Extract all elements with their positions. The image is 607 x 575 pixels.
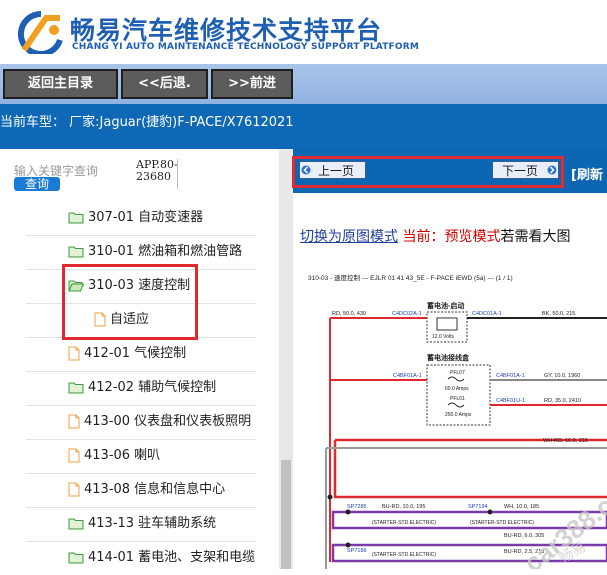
tree-item-413-13[interactable]: 413-13 驻车辅助系统 [68,507,216,541]
folder-icon [68,246,84,258]
tree-item-413-08[interactable]: 413-08 信息和信息中心 [68,473,225,507]
cy-logo-icon [17,10,63,54]
splice-dot [487,509,493,515]
starter-label: (STARTER-STD ELECTRIC) [470,520,534,526]
switch-original-mode-link[interactable]: 切换为原图模式 [300,229,398,245]
folder-icon [68,518,84,530]
wiring-diagram: 310-03 - 速度控制 --- EJLR 01 41 43_5E - F-P… [300,262,607,575]
splice-sp7285: SP7285 [347,504,367,510]
wire-label-wh: WH, 10.0, 185 [504,504,539,510]
folder-icon [68,552,84,564]
vehicle-info-bar: 当前车型： 厂家:Jaguar(捷豹)F-PACE/X7612021 [0,104,607,149]
splice-dot [345,509,351,515]
fuse-symbol [447,402,465,408]
folder-icon [68,212,84,224]
wire-label-bu1: BU-RD, 10.0, 195 [382,504,425,510]
home-button[interactable]: 返回主目录 [3,69,118,99]
folder-icon [68,382,84,394]
wire-label-rd50: RD, 50.0, 430 [332,311,366,317]
connector-c4bf01u: C4BF01U-1 [496,398,525,404]
search-divider [177,159,178,189]
mode-hint-text: 若需看大图 [500,229,571,245]
current-mode-text: 当前：预览模式 [402,229,501,245]
search-button[interactable]: 查询 [14,177,60,191]
document-icon [68,346,80,361]
platform-title-en: CHANG YI AUTO MAINTENANCE TECHNOLOGY SUP… [72,42,420,52]
app-version: APP.80- 23680 [136,158,178,183]
refresh-link[interactable]: [刷新 [571,164,603,183]
sidebar-scroll-thumb[interactable] [281,460,291,569]
tree-item-414-01[interactable]: 414-01 蓄电池、支架和电缆 [68,541,255,575]
fuse-pfl01: PFL01 [450,396,465,402]
wiring-diagram-svg: 310-03 - 速度控制 --- EJLR 01 41 43_5E - F-P… [308,273,607,575]
junction-box-label: 蓄电池接线盒 [427,353,470,362]
sidebar: 输入关键字查询 查询 APP.80- 23680 307-01 自动变速器 31… [0,149,293,569]
starter-label: (STARTER-STD ELECTRIC) [372,520,436,526]
fuse-pfl07-amps: 60.0 Amps [445,386,469,392]
mode-line: 切换为原图模式 当前：预览模式若需看大图 [300,226,570,246]
connector-c4bf01a-right: C4BF01A-1 [496,373,525,379]
wire-label-whrd: WH-RD, 10.0, 215 [543,438,588,444]
tree-item-413-06[interactable]: 413-06 喇叭 [68,439,160,473]
tree-highlight-box [62,264,198,340]
tree-item-413-00[interactable]: 413-00 仪表盘和仪表板照明 [68,405,251,439]
tree-item-412-02[interactable]: 412-02 辅助气候控制 [68,371,216,405]
battery-symbol [436,317,458,331]
wire-label-bk50: BK, 50.0, 215 [542,311,575,317]
starter-label: (STARTER-STD ELECTRIC) [372,552,436,558]
connector-c4bf01a-left: C4BF01A-1 [393,373,422,379]
fuse-pfl01-amps: 250.0 Amps [445,412,472,418]
wire-label-rd35: RD, 35.0, 2410 [544,398,581,404]
connector-c4dc02a: C4DC02A-1 [392,311,422,317]
back-button[interactable]: <<后退. [121,69,208,99]
fuse-pfl07: PFL07 [450,370,465,376]
splice-sp7194: SP7194 [468,504,488,510]
splice-dot [327,494,333,500]
pager-highlight-box [292,156,564,188]
diagram-title: 310-03 - 速度控制 --- EJLR 01 41 43_5E - F-P… [308,273,513,282]
fuse-symbol [447,376,465,382]
tree-item-307-01[interactable]: 307-01 自动变速器 [68,201,203,235]
nav-bar: 返回主目录 <<后退. >>前进 [0,64,607,104]
splice-dot [345,542,351,548]
app-header: 畅易汽车维修技术支持平台 CHANG YI AUTO MAINTENANCE T… [0,0,607,64]
battery-voltage: 12.0 Volts [432,334,454,340]
current-vehicle-text: 当前车型： 厂家:Jaguar(捷豹)F-PACE/X7612021 [0,115,294,130]
forward-button[interactable]: >>前进 [211,69,293,99]
document-icon [68,448,80,463]
document-icon [68,414,80,429]
splice-sp7186: SP7186 [347,548,367,554]
tree-item-412-01[interactable]: 412-01 气候控制 [68,337,186,371]
battery-label: 蓄电池-启动 [427,301,464,310]
connector-c4dc01a: C4DC01A-1 [472,311,502,317]
document-icon [68,482,80,497]
wire-label-gy: GY, 10.0, 1960 [544,373,580,379]
